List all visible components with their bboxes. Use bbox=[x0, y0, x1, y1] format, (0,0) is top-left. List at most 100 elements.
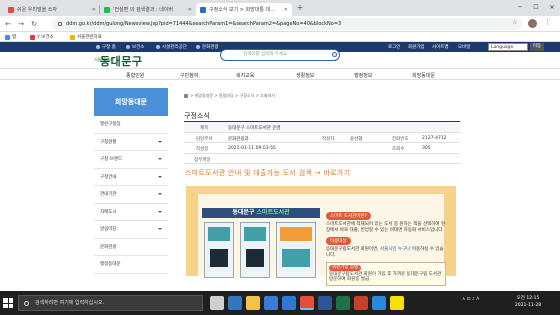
nav-hope-dongdaemun[interactable]: 희망동대문 bbox=[412, 72, 435, 79]
home-icon[interactable] bbox=[184, 94, 188, 98]
browser-tab-2[interactable]: '전설편 의 검색결과 : 네이버 ✕ bbox=[100, 3, 196, 16]
lock-icon bbox=[58, 22, 62, 26]
util-link-office[interactable]: 구청 홈 bbox=[96, 44, 116, 50]
new-tab-button[interactable]: + bbox=[295, 3, 305, 13]
browser-tab-3-active[interactable]: 구정소식 보기 > 희망대통 대… ✕ bbox=[196, 3, 292, 16]
poster-info: 스마트 도서관이란? 스마트도서관에 적재되어 있는 도서 중 원하는 책을 선… bbox=[326, 212, 446, 286]
address-bar: ← → ↻ ddm.go.kr/ddm/gulong/Newsview.jsp?… bbox=[0, 16, 560, 32]
tab-favicon-icon bbox=[200, 6, 206, 13]
breadcrumb: > 희망동대문 > 알림마당 > 구정소식 > 조회하기 bbox=[184, 93, 275, 99]
language-go-button[interactable]: 이동 bbox=[530, 43, 544, 51]
table-row: 작성일 2021-01-11 09:03:55 조회수 305 bbox=[184, 143, 460, 154]
login-link[interactable]: 로그인 bbox=[388, 44, 400, 50]
util-link-health[interactable]: 보건소 bbox=[126, 44, 144, 50]
chrome-icon[interactable] bbox=[300, 296, 314, 310]
bookmark-apps[interactable]: 앱 bbox=[5, 34, 16, 40]
windows-start-icon[interactable] bbox=[3, 298, 13, 308]
reload-icon[interactable]: ↻ bbox=[29, 19, 39, 29]
chevron-down-icon bbox=[158, 210, 162, 213]
search-icon[interactable] bbox=[332, 52, 337, 57]
tab-title: 쉬운 우리말을 쓰자 bbox=[17, 7, 57, 13]
poster-signup-box: 회원가입 방법 동대문구립도서관 회원이 가입 후 가까운 동대문구립 도서관 … bbox=[326, 262, 446, 286]
browser-tab-1[interactable]: 쉬운 우리말을 쓰자 ✕ bbox=[4, 3, 100, 16]
apps-icon bbox=[5, 34, 10, 40]
sidebar-item-guide[interactable]: 구청안내 bbox=[94, 169, 168, 186]
site-search-input[interactable]: 검색어를 입력해 주세요 bbox=[220, 49, 340, 61]
tab-title: '전설편 의 검색결과 : 네이버 bbox=[113, 7, 174, 13]
bookmark-label: 앱 bbox=[12, 35, 17, 40]
sidebar-item-sister-cities[interactable]: 자매도시 bbox=[94, 204, 168, 221]
profile-avatar[interactable] bbox=[528, 19, 537, 28]
tab-title: 구정소식 보기 > 희망대통 대… bbox=[209, 7, 276, 13]
sidebar-item-institutions[interactable]: 관내기관 bbox=[94, 186, 168, 204]
sidebar: 희망동대문 열린구청장 구청현황 구청 브랜드 구청안내 관내기관 자매도시 알… bbox=[94, 88, 168, 274]
store-icon[interactable] bbox=[264, 296, 278, 310]
bookmark-star-icon[interactable]: ☆ bbox=[512, 19, 517, 26]
kiosk-illustration bbox=[276, 222, 316, 278]
site-logo[interactable]: 동대문구 bbox=[100, 53, 142, 69]
kiosk-illustration bbox=[240, 222, 270, 278]
powerpoint-icon[interactable] bbox=[354, 296, 368, 310]
sidebar-title: 희망동대문 bbox=[94, 88, 168, 116]
forward-icon[interactable]: → bbox=[16, 19, 26, 29]
maximize-icon[interactable]: ☐ bbox=[528, 0, 544, 16]
util-link-culture[interactable]: 문화관광 bbox=[196, 44, 219, 50]
facility-icon bbox=[156, 45, 160, 49]
language-select[interactable]: Language bbox=[488, 43, 528, 51]
tab-favicon-icon bbox=[104, 6, 110, 13]
system-tray[interactable]: ∧ ⊡ ♪ A bbox=[462, 297, 479, 302]
explorer-icon[interactable] bbox=[246, 296, 260, 310]
bookmarks-bar: 앱 Y 보건소 서울관련자료 bbox=[0, 32, 560, 42]
table-row: 담당부서 문화관광과 작성자 윤선형 전화번호 2127-4712 bbox=[184, 133, 460, 143]
back-icon[interactable]: ← bbox=[3, 19, 13, 29]
nav-welfare[interactable]: 복지교육 bbox=[236, 72, 254, 79]
nav-admin-info[interactable]: 행정정보 bbox=[354, 72, 372, 79]
sidebar-item-culture[interactable]: 문화관광 bbox=[94, 239, 168, 256]
sidebar-item-notices[interactable]: 알림마당 bbox=[94, 221, 168, 239]
browser-tab-strip: 쉬운 우리말을 쓰자 ✕ '전설편 의 검색결과 : 네이버 ✕ 구정소식 보기… bbox=[0, 0, 560, 16]
close-window-icon[interactable]: ✕ bbox=[544, 0, 560, 16]
chevron-down-icon bbox=[158, 158, 162, 160]
poster-badge: 이용대상 bbox=[326, 237, 351, 245]
chevron-down-icon bbox=[158, 140, 162, 143]
page-title: 구정소식 bbox=[184, 112, 210, 120]
tab-favicon-icon bbox=[8, 6, 14, 13]
kakaotalk-icon[interactable] bbox=[390, 296, 404, 310]
tab-close-icon[interactable]: ✕ bbox=[280, 7, 288, 13]
search-icon bbox=[24, 301, 29, 306]
nav-civil-service[interactable]: 종합민원 bbox=[126, 72, 144, 79]
tab-close-icon[interactable]: ✕ bbox=[184, 7, 192, 13]
nav-life-info[interactable]: 생활정보 bbox=[296, 72, 314, 79]
sitemap-link[interactable]: 사이트맵 bbox=[432, 44, 449, 50]
sidebar-item-status[interactable]: 구청현황 bbox=[94, 134, 168, 151]
folder-icon bbox=[70, 34, 75, 40]
culture-icon bbox=[196, 45, 200, 49]
browser-menu-icon[interactable]: ⋮ bbox=[544, 18, 551, 26]
smart-library-link[interactable]: 스마트도서관 안내 및 대출가능 도서 검색 → 바로가기 bbox=[185, 168, 350, 178]
edge-icon[interactable] bbox=[228, 296, 242, 310]
word-icon[interactable] bbox=[318, 296, 332, 310]
bookmark-seoul-data[interactable]: 서울관련자료 bbox=[70, 34, 102, 40]
hangul-icon[interactable] bbox=[372, 296, 386, 310]
kiosk-illustration bbox=[204, 222, 234, 278]
bookmark-health-center[interactable]: Y 보건소 bbox=[30, 34, 54, 40]
bookmark-label: 서울관련자료 bbox=[77, 35, 102, 40]
task-view-icon[interactable] bbox=[210, 296, 224, 310]
nav-participation[interactable]: 구민참여 bbox=[180, 72, 198, 79]
bookmark-label: Y 보건소 bbox=[37, 35, 54, 40]
signup-link[interactable]: 회원가입 bbox=[408, 44, 425, 50]
mobile-link[interactable]: 모바일 bbox=[458, 44, 470, 50]
mail-icon[interactable] bbox=[282, 296, 296, 310]
windows-taskbar: 검색하려면 여기에 입력하십시오. ∧ ⊡ ♪ A 오전 12:15 2021-… bbox=[0, 291, 560, 315]
util-link-facility[interactable]: 시설관리공단 bbox=[156, 44, 187, 50]
minimize-icon[interactable]: ─ bbox=[512, 0, 528, 16]
taskbar-search-input[interactable]: 검색하려면 여기에 입력하십시오. bbox=[18, 295, 203, 311]
sidebar-item-admin[interactable]: 행정동대문 bbox=[94, 256, 168, 274]
bookmark-icon bbox=[30, 34, 35, 40]
tab-close-icon[interactable]: ✕ bbox=[88, 7, 96, 13]
sidebar-item-mayor[interactable]: 열린구청장 bbox=[94, 116, 168, 134]
taskbar-clock[interactable]: 오전 12:15 2021-11-28 bbox=[510, 295, 546, 309]
sidebar-item-brand[interactable]: 구청 브랜드 bbox=[94, 151, 168, 169]
excel-icon[interactable] bbox=[336, 296, 350, 310]
url-field[interactable]: ddm.go.kr/ddm/gulong/Newsview.jsp?pid=71… bbox=[52, 18, 522, 30]
